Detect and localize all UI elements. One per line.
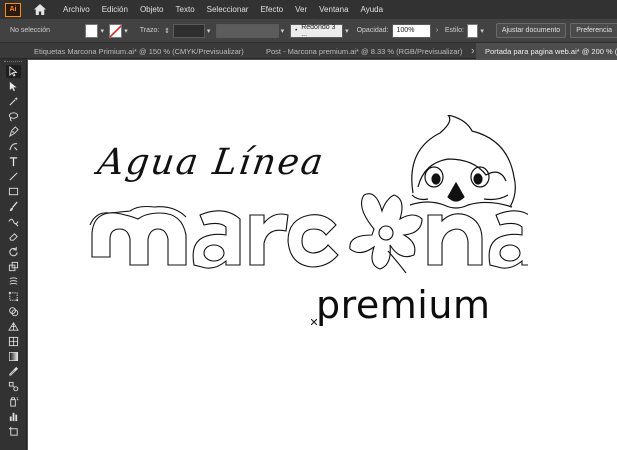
- rectangle-tool-icon[interactable]: [6, 185, 21, 198]
- chevron-down-icon[interactable]: ▾: [478, 26, 486, 36]
- artboard-tool-icon[interactable]: [6, 425, 21, 438]
- artboard-canvas[interactable]: Agua Línea premium: [28, 60, 617, 450]
- perspective-grid-tool-icon[interactable]: [6, 320, 21, 333]
- pen-tool-icon[interactable]: [6, 125, 21, 138]
- menu-archivo[interactable]: Archivo: [63, 5, 90, 14]
- menu-objeto[interactable]: Objeto: [140, 5, 164, 14]
- chevron-right-icon[interactable]: ›: [433, 26, 441, 36]
- direct-selection-tool-icon[interactable]: [6, 80, 21, 93]
- control-bar: No selección ▾ ▾ Trazo: ⇕ ▾ ▾ • Redondo …: [0, 19, 617, 43]
- chevron-down-icon[interactable]: ▾: [343, 26, 351, 36]
- style-label: Estilo:: [444, 27, 464, 34]
- stepper-icon[interactable]: ⇕: [163, 26, 171, 36]
- tab-label: Etiquetas Marcona Primium.ai* @ 150 % (C…: [34, 46, 244, 56]
- close-icon[interactable]: ✕: [470, 47, 474, 56]
- scale-tool-icon[interactable]: [6, 260, 21, 273]
- preferences-button[interactable]: Preferencia: [570, 23, 617, 38]
- type-tool-icon[interactable]: [6, 155, 21, 168]
- blend-tool-icon[interactable]: [6, 380, 21, 393]
- tab-etiquetas[interactable]: Etiquetas Marcona Primium.ai* @ 150 % (C…: [0, 43, 246, 59]
- panel-grip[interactable]: [4, 61, 22, 63]
- paintbrush-tool-icon[interactable]: [6, 200, 21, 213]
- art-premium-text[interactable]: premium: [316, 286, 490, 324]
- penguin-mascot-icon: [409, 115, 516, 209]
- opacity-label: Opacidad:: [356, 27, 389, 34]
- tab-portada[interactable]: Portada para pagina web.ai* @ 200 % (: [476, 43, 617, 59]
- variable-width-profile[interactable]: [216, 23, 279, 38]
- chevron-down-icon[interactable]: ▾: [98, 26, 106, 36]
- brand-logo-artwork[interactable]: [88, 115, 528, 275]
- eraser-tool-icon[interactable]: [6, 230, 21, 243]
- opacity-field[interactable]: 100%: [391, 23, 432, 38]
- menu-seleccionar[interactable]: Seleccionar: [207, 5, 249, 14]
- graphic-style-swatch[interactable]: [466, 23, 479, 38]
- no-stroke-icon: [109, 24, 122, 37]
- curvature-tool-icon[interactable]: [6, 140, 21, 153]
- menu-edicion[interactable]: Edición: [102, 5, 128, 14]
- fit-document-button[interactable]: Ajustar documento: [495, 23, 567, 38]
- eyedropper-tool-icon[interactable]: [6, 365, 21, 378]
- menu-bar: Ai Archivo Edición Objeto Texto Seleccio…: [0, 0, 617, 19]
- stroke-label: Trazo:: [139, 27, 160, 34]
- home-icon[interactable]: [31, 3, 49, 17]
- cursor-crosshair-icon: [311, 319, 317, 325]
- magic-wand-tool-icon[interactable]: [6, 95, 21, 108]
- document-tab-bar: Etiquetas Marcona Primium.ai* @ 150 % (C…: [0, 43, 617, 59]
- selection-tool-icon[interactable]: [6, 65, 21, 78]
- menu-texto[interactable]: Texto: [176, 5, 195, 14]
- app-logo: Ai: [5, 2, 21, 17]
- chevron-down-icon[interactable]: ▾: [205, 26, 213, 36]
- symbol-sprayer-tool-icon[interactable]: [6, 395, 21, 408]
- stroke-swatch[interactable]: [108, 23, 123, 38]
- warp-tool-icon[interactable]: [6, 275, 21, 288]
- tab-label: Portada para pagina web.ai* @ 200 % (: [485, 46, 617, 56]
- chevron-down-icon[interactable]: ▾: [122, 26, 130, 36]
- menu-ventana[interactable]: Ventana: [319, 5, 348, 14]
- rotate-tool-icon[interactable]: [6, 245, 21, 258]
- menu-ver[interactable]: Ver: [295, 5, 307, 14]
- free-transform-tool-icon[interactable]: [6, 290, 21, 303]
- tab-post[interactable]: Post - Marcona premium.ai* @ 8.33 % (RGB…: [248, 43, 474, 59]
- mesh-tool-icon[interactable]: [6, 335, 21, 348]
- menu-ayuda[interactable]: Ayuda: [361, 5, 384, 14]
- tools-panel: [0, 59, 27, 450]
- brush-label: Redondo 3 ...: [301, 23, 336, 38]
- gradient-tool-icon[interactable]: [6, 350, 21, 363]
- lasso-tool-icon[interactable]: [6, 110, 21, 123]
- shape-builder-tool-icon[interactable]: [6, 305, 21, 318]
- tab-label: Post - Marcona premium.ai* @ 8.33 % (RGB…: [266, 46, 463, 56]
- selection-status: No selección: [10, 27, 51, 34]
- chevron-down-icon[interactable]: ▾: [279, 26, 287, 36]
- fill-swatch[interactable]: [85, 23, 99, 38]
- menu-efecto[interactable]: Efecto: [260, 5, 283, 14]
- line-tool-icon[interactable]: [6, 170, 21, 183]
- stroke-weight-field[interactable]: [172, 23, 205, 38]
- brush-definition-dropdown[interactable]: • Redondo 3 ...: [290, 23, 344, 38]
- shaper-tool-icon[interactable]: [6, 215, 21, 228]
- column-graph-tool-icon[interactable]: [6, 410, 21, 423]
- bullet-icon: •: [295, 27, 298, 34]
